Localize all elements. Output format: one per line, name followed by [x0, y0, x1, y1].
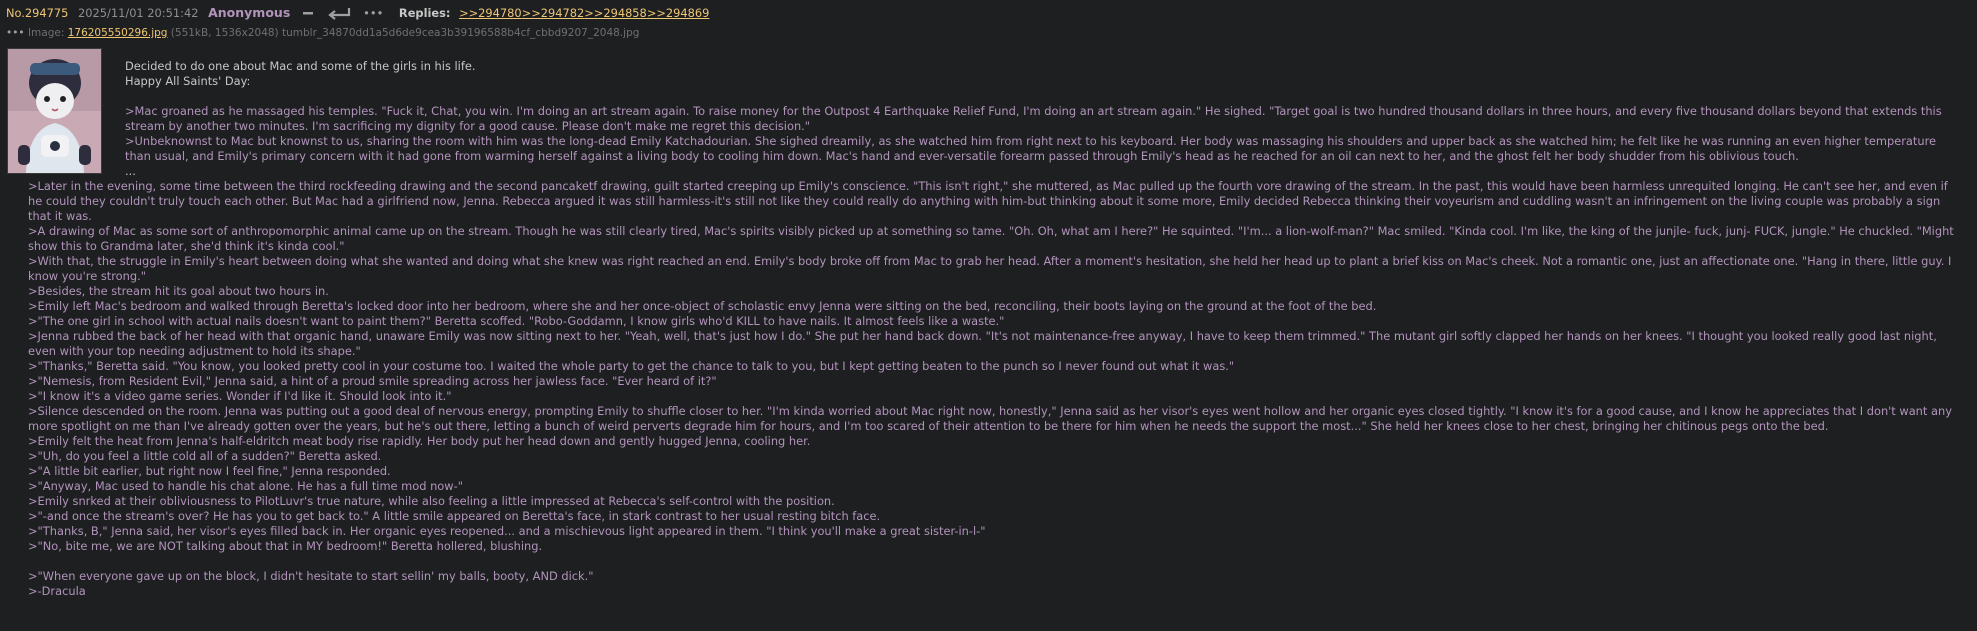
post-number-link[interactable]: No.294775 [6, 5, 68, 21]
post-container: No.294775 2025/11/01 20:51:42 Anonymous … [0, 0, 1977, 631]
greentext-line: >Jenna rubbed the back of her head with … [28, 329, 1941, 358]
reply-link[interactable]: >>294869 [647, 5, 710, 21]
greentext-line: >Later in the evening, some time between… [28, 179, 1952, 223]
greentext-line: >Silence descended on the room. Jenna wa… [28, 404, 1956, 433]
minus-icon[interactable] [302, 5, 314, 25]
post-header: No.294775 2025/11/01 20:51:42 Anonymous … [6, 5, 709, 21]
greentext-line: >-Dracula [28, 584, 86, 598]
greentext-line: >Emily snrked at their obliviousness to … [28, 494, 835, 508]
file-info: ••• Image: 176205550296.jpg (551kB, 1536… [6, 26, 639, 40]
post-date: 2025/11/01 20:51:42 [78, 6, 199, 20]
reply-link[interactable]: >>294782 [522, 5, 585, 21]
greentext-line: >"Thanks, B," Jenna said, her visor's ey… [28, 524, 986, 538]
greentext-line: >Emily left Mac's bedroom and walked thr… [28, 299, 1377, 313]
text-line: ... [125, 164, 136, 178]
text-line: Happy All Saints' Day: [125, 74, 251, 88]
greentext-line: >"The one girl in school with actual nai… [28, 314, 1005, 328]
greentext-line: >Mac groaned as he massaged his temples.… [125, 104, 1946, 133]
post-message-top: Decided to do one about Mac and some of … [125, 59, 1965, 179]
post-thumbnail[interactable] [7, 48, 102, 174]
greentext-line: >"I know it's a video game series. Wonde… [28, 389, 452, 403]
greentext-line: >"Uh, do you feel a little cold all of a… [28, 449, 382, 463]
greentext-line: >"Anyway, Mac used to handle his chat al… [28, 479, 463, 493]
greentext-line: >A drawing of Mac as some sort of anthro… [28, 224, 1958, 253]
replies-label: Replies: [398, 6, 451, 20]
file-meta: (551kB, 1536x2048) [170, 27, 279, 39]
greentext-line: >"A little bit earlier, but right now I … [28, 464, 391, 478]
text-line: Decided to do one about Mac and some of … [125, 59, 476, 73]
file-link[interactable]: 176205550296.jpg [68, 27, 168, 39]
greentext-line: >"Nemesis, from Resident Evil," Jenna sa… [28, 374, 717, 388]
greentext-line: >With that, the struggle in Emily's hear… [28, 254, 1955, 283]
greentext-line: >"Thanks," Beretta said. "You know, you … [28, 359, 1235, 373]
greentext-line: >Emily felt the heat from Jenna's half-e… [28, 434, 811, 448]
reply-link[interactable]: >>294858 [584, 5, 647, 21]
greentext-line: >"When everyone gave up on the block, I … [28, 569, 594, 583]
greentext-line: >Besides, the stream hit its goal about … [28, 284, 329, 298]
original-filename: tumblr_34870dd1a5d6de9cea3b39196588b4cf_… [282, 27, 640, 39]
more-icon[interactable]: ••• [363, 5, 383, 21]
poster-name: Anonymous [208, 5, 291, 20]
greentext-line: >"-and once the stream's over? He has yo… [28, 509, 881, 523]
post-message-bottom: >Later in the evening, some time between… [28, 179, 1965, 599]
reply-link[interactable]: >>294780 [459, 5, 522, 21]
return-arrow-icon[interactable] [326, 5, 352, 25]
file-label: Image: [27, 27, 65, 39]
greentext-line: >Unbeknownst to Mac but knownst to us, s… [125, 134, 1940, 163]
file-more-icon[interactable]: ••• [6, 27, 25, 39]
greentext-line: >"No, bite me, we are NOT talking about … [28, 539, 543, 553]
